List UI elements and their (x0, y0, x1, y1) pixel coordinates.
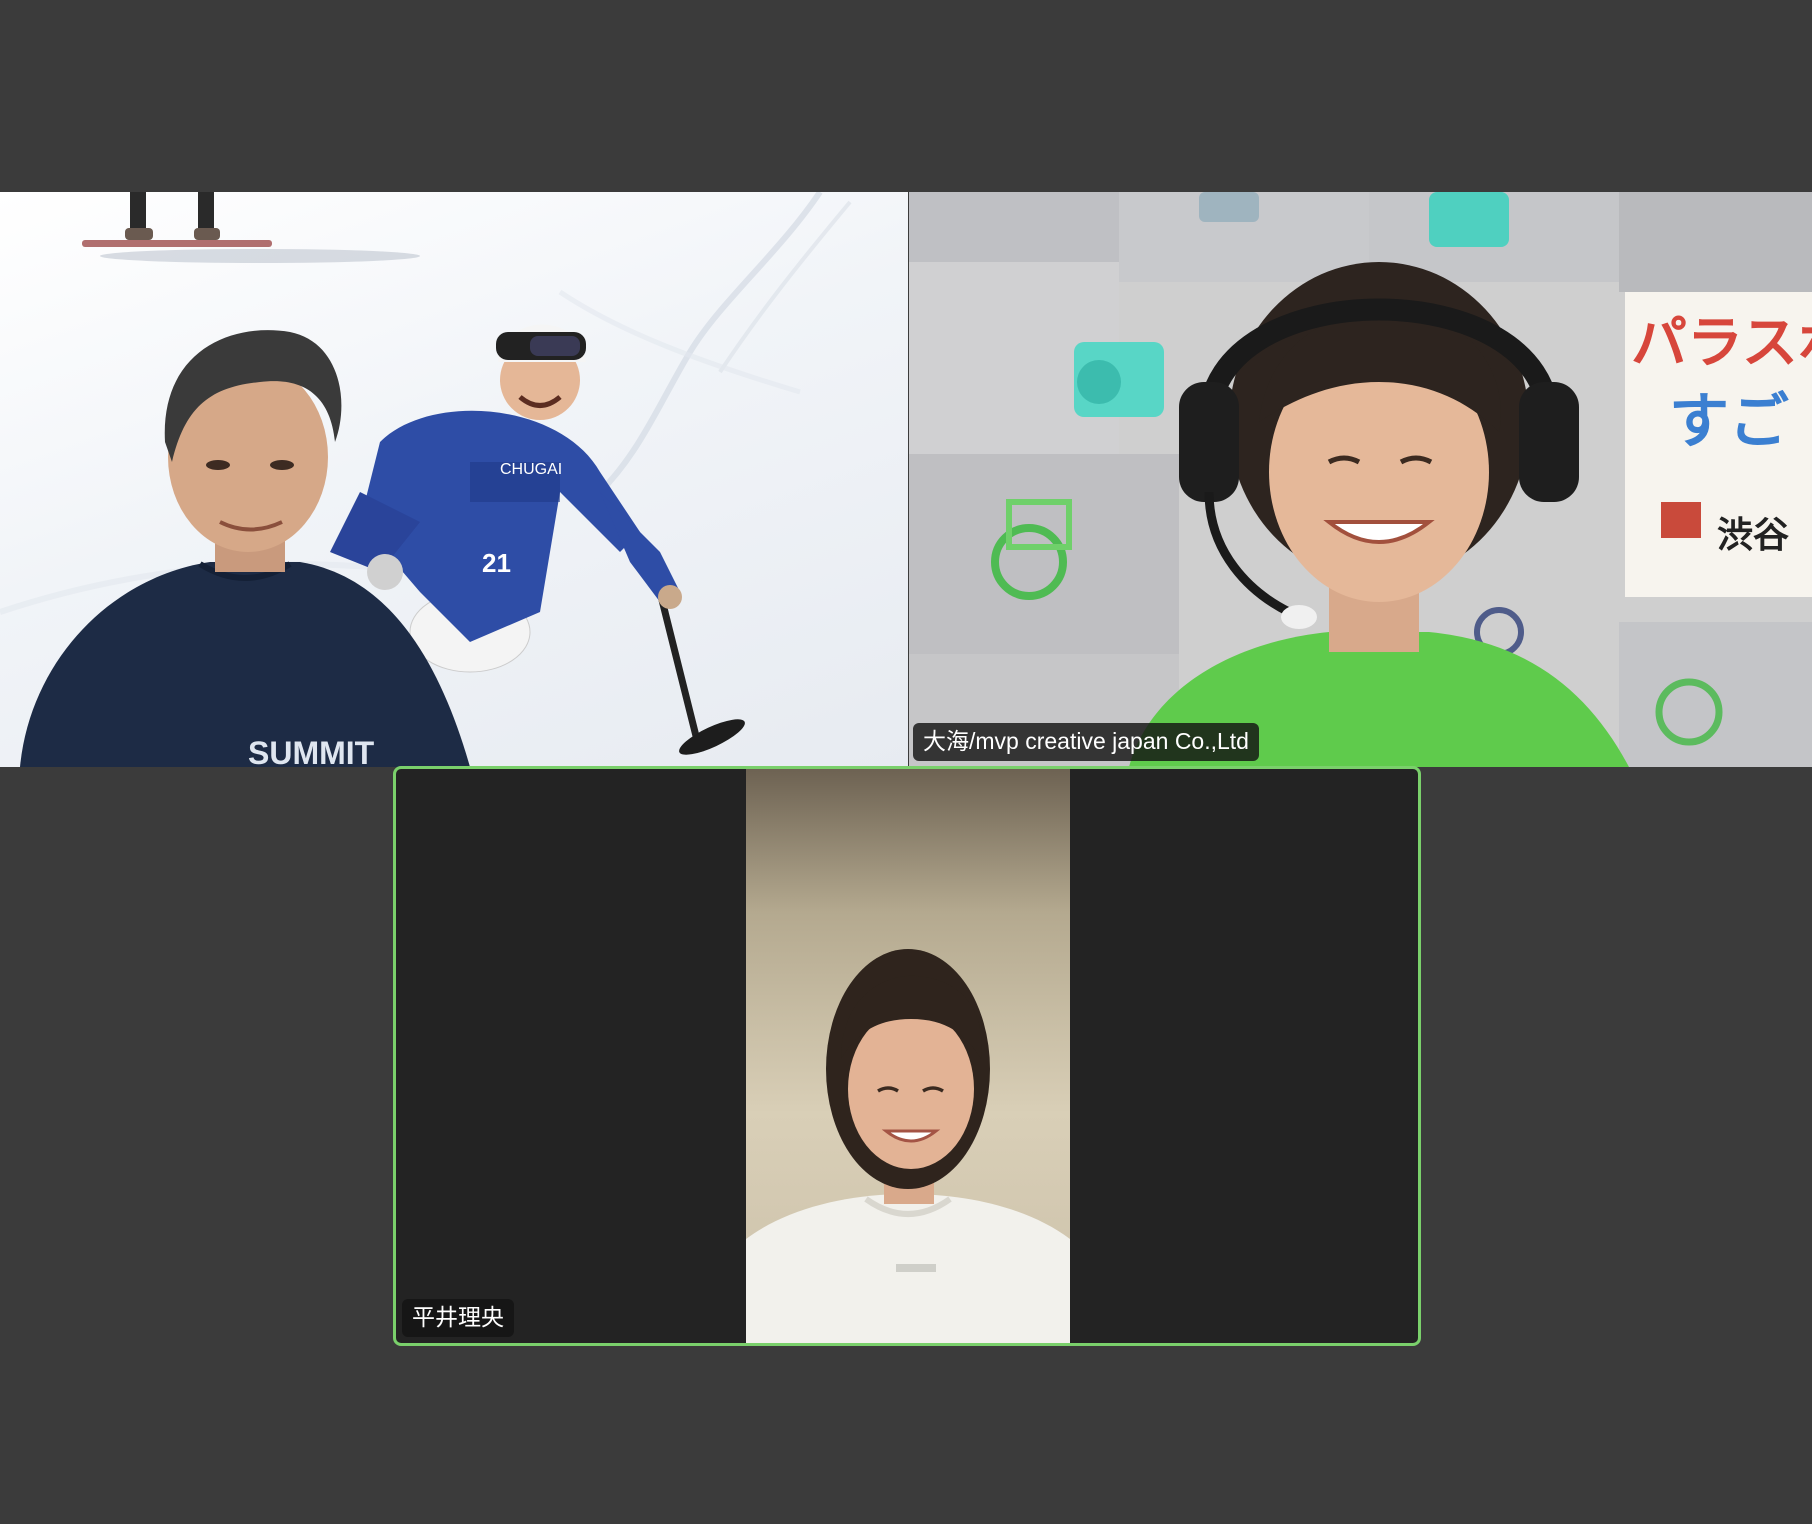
participant-tile-1[interactable]: CHUGAI 21 SUMMIT (0, 192, 908, 767)
poster-title-line2: すご (1669, 387, 1789, 457)
headset-presenter-video: パラスポ すご 渋谷 (909, 192, 1812, 767)
portrait-video-frame (746, 769, 1070, 1343)
ski-scene-video: CHUGAI 21 SUMMIT (0, 192, 852, 767)
woman-portrait-video (746, 769, 1070, 1343)
video-gallery: CHUGAI 21 SUMMIT パラス すご 渋谷 大海/mvp creati… (0, 0, 1812, 1524)
participant-tile-2[interactable]: パラスポ すご 渋谷 (909, 192, 1812, 767)
event-poster: パラスポ すご 渋谷 (1625, 292, 1812, 597)
woman-headset-figure (1129, 262, 1629, 767)
participant-tile-3-active-speaker[interactable]: 平井理央 (393, 766, 1421, 1346)
poster-title-line1: パラスポ (1631, 311, 1812, 376)
skier-logo: CHUGAI (500, 461, 562, 478)
snowboarder-figure (82, 192, 420, 263)
skier-bib-number: 21 (482, 548, 511, 578)
shirt-logo: SUMMIT (248, 735, 375, 767)
participant-name-label: 大海/mvp creative japan Co.,Ltd (913, 723, 1259, 761)
participant-name-label: 平井理央 (402, 1299, 514, 1337)
poster-footer-text: 渋谷 (1717, 515, 1789, 556)
